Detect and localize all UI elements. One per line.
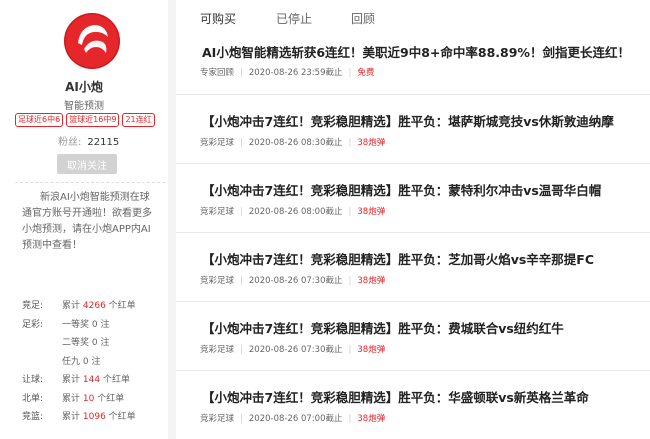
article-meta: 竞彩足球 | 2020-08-26 07:00截止 | 38炮弹: [200, 414, 386, 424]
record-stats: 竞足: 累计 4266 个红单 足彩: 一等奖 0 注 二等奖 0 注 任九 0…: [22, 297, 168, 427]
fans-number: 22115: [87, 137, 120, 148]
article-meta: 竞彩足球 | 2020-08-26 07:30截止 | 38炮弹: [200, 345, 386, 355]
article-divider: [176, 163, 650, 164]
article-price: 38炮弹: [357, 207, 386, 217]
tab-available[interactable]: 可购买: [200, 10, 236, 27]
article-price: 38炮弹: [357, 138, 386, 148]
badge-basketball: 篮球近16中9: [66, 113, 120, 127]
article-price: 免费: [357, 68, 375, 78]
article-title[interactable]: 【小炮冲击7连红！竞彩稳胆精选】胜平负：华盛顿联vs新英格兰革命: [202, 387, 589, 406]
stat-row: 二等奖 0 注: [62, 338, 110, 348]
article-deadline: 2020-08-26 07:00截止: [248, 414, 343, 424]
profile-subtitle: 智能预测: [64, 101, 104, 112]
article-category: 竞彩足球: [200, 345, 235, 355]
article-title[interactable]: 【小炮冲击7连红！竞彩稳胆精选】胜平负：蒙特利尔冲击vs温哥华白帽: [202, 180, 601, 199]
article-price: 38炮弹: [357, 276, 386, 286]
article-title[interactable]: 【小炮冲击7连红！竞彩稳胆精选】胜平负：费城联合vs纽约红牛: [202, 318, 564, 337]
stat-row: 竞足: 累计 4266 个红单: [22, 301, 136, 311]
achievement-badges: 足球近6中6 篮球近16中9 21连红: [15, 113, 155, 127]
stat-row: 北单: 累计 10 个红单: [22, 393, 125, 404]
article-list-panel: 可购买 已停止 回顾 AI小炮智能精选斩获6连红！美职近9中8+命中率88.89…: [176, 0, 650, 439]
article-category: 专家回顾: [200, 68, 235, 78]
tab-bar: 可购买 已停止 回顾: [176, 0, 650, 34]
article-meta: 专家回顾 | 2020-08-26 23:59截止 | 免费: [200, 68, 375, 78]
profile-description: 新浪AI小炮智能预测在球通官方账号开通啦！欲看更多小炮预测，请在小炮APP内AI…: [22, 192, 152, 251]
article-meta: 竞彩足球 | 2020-08-26 08:00截止 | 38炮弹: [200, 207, 386, 217]
ai-xiaopao-logo: [64, 13, 120, 69]
profile-name: AI小炮: [65, 80, 103, 94]
article-category: 竞彩足球: [200, 207, 235, 217]
article-price: 38炮弹: [357, 414, 386, 424]
stat-row: 竞篮: 累计 1096 个红单: [22, 412, 136, 422]
article-category: 竞彩足球: [200, 276, 235, 286]
stat-row: 足彩: 一等奖 0 注: [22, 319, 110, 330]
badge-football: 足球近6中6: [15, 113, 64, 127]
tab-review[interactable]: 回顾: [351, 10, 375, 27]
article-deadline: 2020-08-26 07:30截止: [248, 345, 343, 355]
sidebar-divider: [15, 182, 165, 183]
article-title[interactable]: 【小炮冲击7连红！竞彩稳胆精选】胜平负：堪萨斯城竞技vs休斯敦迪纳摩: [202, 111, 614, 130]
article-deadline: 2020-08-26 07:30截止: [248, 276, 343, 286]
tab-stopped[interactable]: 已停止: [276, 10, 312, 27]
article-category: 竞彩足球: [200, 138, 235, 148]
article-deadline: 2020-08-26 08:00截止: [248, 207, 343, 217]
article-category: 竞彩足球: [200, 414, 235, 424]
article-deadline: 2020-08-26 23:59截止: [248, 68, 343, 78]
fans-label: 粉丝:: [58, 137, 82, 148]
article-meta: 竞彩足球 | 2020-08-26 07:30截止 | 38炮弹: [200, 276, 386, 286]
article-divider: [176, 301, 650, 302]
article-divider: [176, 370, 650, 371]
article-divider: [176, 94, 650, 95]
stat-row: 任九 0 注: [62, 356, 101, 367]
badge-streak: 21连红: [122, 113, 155, 127]
stat-row: 让球: 累计 144 个红单: [22, 375, 130, 385]
fans-count: 粉丝: 22115: [58, 133, 119, 148]
profile-sidebar: AI小炮 智能预测 足球近6中6 篮球近16中9 21连红 粉丝: 22115 取…: [0, 0, 168, 439]
article-deadline: 2020-08-26 08:30截止: [248, 138, 343, 148]
article-divider: [176, 232, 650, 233]
article-title[interactable]: AI小炮智能精选斩获6连红！美职近9中8+命中率88.89%！剑指更长连红！: [202, 42, 630, 61]
article-title[interactable]: 【小炮冲击7连红！竞彩稳胆精选】胜平负：芝加哥火焰vs辛辛那提FC: [202, 249, 594, 268]
unfollow-button[interactable]: 取消关注: [57, 154, 117, 174]
article-price: 38炮弹: [357, 345, 386, 355]
article-meta: 竞彩足球 | 2020-08-26 08:30截止 | 38炮弹: [200, 138, 386, 148]
